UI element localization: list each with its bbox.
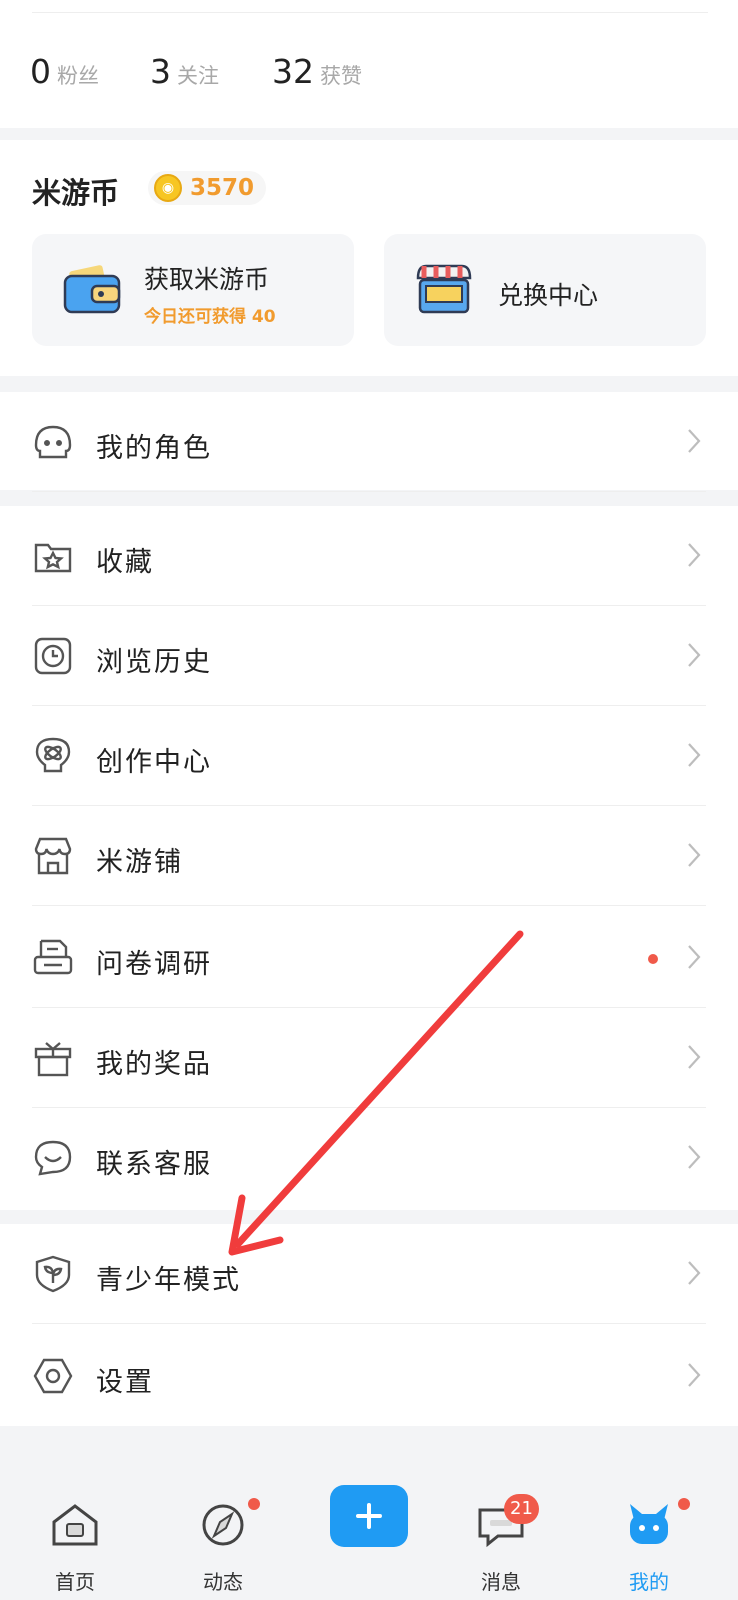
settings-hexagon-icon bbox=[33, 1358, 73, 1394]
menu-row-my-prizes[interactable]: 我的奖品 bbox=[0, 1008, 738, 1108]
chevron-right-icon bbox=[688, 1363, 701, 1387]
divider bbox=[32, 905, 706, 906]
favorites-folder-icon bbox=[34, 543, 72, 573]
coin-amount: 3570 bbox=[190, 175, 255, 201]
store-awning-icon bbox=[416, 264, 472, 314]
wallet-icon bbox=[63, 265, 121, 314]
compass-icon bbox=[202, 1504, 244, 1546]
chevron-right-icon bbox=[688, 543, 701, 567]
chevron-right-icon bbox=[688, 1045, 701, 1069]
menu-row-my-characters[interactable]: 我的角色 bbox=[0, 392, 738, 492]
followers-stat[interactable]: 0 粉丝 bbox=[30, 52, 99, 91]
tab-mine[interactable]: 我的 bbox=[594, 1498, 704, 1600]
chat-smile-icon bbox=[34, 1140, 72, 1176]
plus-icon bbox=[356, 1503, 382, 1529]
chevron-right-icon bbox=[688, 945, 701, 969]
unread-dot bbox=[678, 1498, 690, 1510]
unread-dot bbox=[648, 954, 658, 964]
shop-icon bbox=[34, 837, 72, 875]
menu-row-creation-center[interactable]: 创作中心 bbox=[0, 706, 738, 806]
stats-card: 0 粉丝 3 关注 32 获赞 bbox=[0, 0, 738, 128]
coin-balance-badge: ◉ 3570 bbox=[148, 171, 267, 205]
tab-home[interactable]: 首页 bbox=[20, 1500, 130, 1600]
get-coins-subtitle: 今日还可获得 40 bbox=[144, 307, 276, 327]
chevron-right-icon bbox=[688, 1261, 701, 1285]
menu-row-customer-service[interactable]: 联系客服 bbox=[0, 1108, 738, 1208]
exchange-center-button[interactable]: 兑换中心 bbox=[384, 234, 706, 346]
menu-row-survey[interactable]: 问卷调研 bbox=[0, 908, 738, 1008]
chevron-right-icon bbox=[688, 429, 701, 453]
create-post-button[interactable] bbox=[330, 1485, 408, 1547]
unread-dot bbox=[248, 1498, 260, 1510]
chevron-right-icon bbox=[688, 843, 701, 867]
menu-row-settings[interactable]: 设置 bbox=[0, 1326, 738, 1426]
exchange-center-label: 兑换中心 bbox=[498, 281, 599, 310]
tab-messages[interactable]: 21 消息 bbox=[446, 1494, 556, 1600]
lightbulb-icon bbox=[35, 737, 71, 773]
gift-icon bbox=[34, 1042, 72, 1077]
menu-row-favorites[interactable]: 收藏 bbox=[0, 506, 738, 606]
chevron-right-icon bbox=[688, 1145, 701, 1169]
survey-icon bbox=[33, 939, 73, 975]
likes-stat[interactable]: 32 获赞 bbox=[272, 52, 362, 91]
coin-title: 米游币 bbox=[32, 176, 120, 210]
get-coins-label: 获取米游币 bbox=[144, 265, 270, 294]
coin-icon: ◉ bbox=[154, 174, 182, 202]
clock-icon bbox=[34, 637, 72, 675]
divider bbox=[32, 1323, 706, 1324]
divider bbox=[32, 491, 706, 492]
tab-feed[interactable]: 动态 bbox=[168, 1498, 278, 1600]
divider bbox=[32, 12, 708, 13]
mascot-icon bbox=[630, 1504, 668, 1544]
character-icon bbox=[34, 425, 72, 459]
shield-leaf-icon bbox=[35, 1255, 71, 1293]
message-count-badge: 21 bbox=[504, 1494, 539, 1524]
following-stat[interactable]: 3 关注 bbox=[150, 52, 219, 91]
menu-row-mihoyo-shop[interactable]: 米游铺 bbox=[0, 806, 738, 906]
get-coins-button[interactable]: 获取米游币 今日还可获得 40 bbox=[32, 234, 354, 346]
menu-row-history[interactable]: 浏览历史 bbox=[0, 606, 738, 706]
chevron-right-icon bbox=[688, 743, 701, 767]
home-icon bbox=[52, 1504, 98, 1546]
menu-row-teen-mode[interactable]: 青少年模式 bbox=[0, 1224, 738, 1324]
chevron-right-icon bbox=[688, 643, 701, 667]
